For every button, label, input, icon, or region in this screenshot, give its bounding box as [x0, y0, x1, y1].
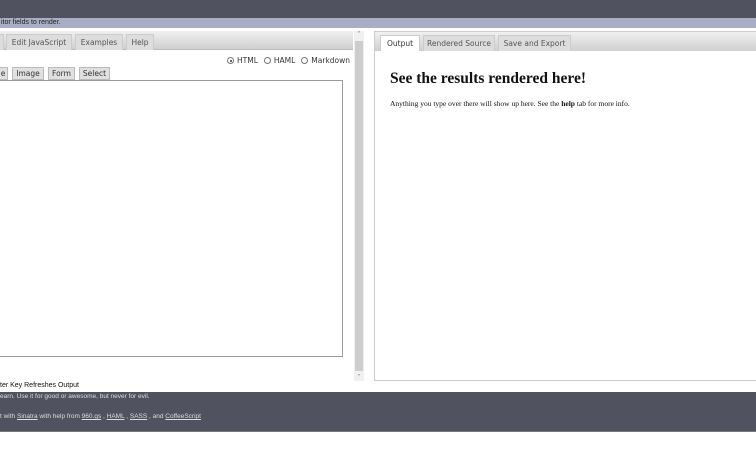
tab-partial[interactable]: [0, 34, 4, 50]
sass-link[interactable]: SASS: [130, 413, 147, 420]
tab-output[interactable]: Output: [380, 35, 420, 51]
scrollbar[interactable]: ˄ ˅: [354, 31, 364, 381]
snippet-form-button[interactable]: Form: [48, 67, 75, 80]
tab-help[interactable]: Help: [126, 34, 154, 50]
scroll-up-icon[interactable]: ˄: [354, 31, 364, 38]
output-heading: See the results rendered here!: [390, 70, 587, 87]
editor-tab-bar: Edit JavaScript Examples Help: [0, 31, 353, 50]
output-panel: Output Rendered Source Save and Export S…: [374, 31, 756, 381]
scroll-down-icon[interactable]: ˅: [354, 374, 364, 381]
tab-edit-javascript[interactable]: Edit JavaScript: [6, 34, 72, 50]
tab-rendered-source[interactable]: Rendered Source: [423, 35, 495, 51]
radio-icon[interactable]: [301, 57, 309, 64]
snippet-select-button[interactable]: Select: [79, 67, 110, 80]
radio-icon[interactable]: [227, 57, 234, 64]
960gs-link[interactable]: 960.gs: [82, 413, 102, 420]
status-text: itor fields to render.: [0, 18, 756, 28]
output-tab-bar: Output Rendered Source Save and Export: [375, 32, 756, 51]
code-editor[interactable]: [0, 80, 343, 357]
coffeescript-link[interactable]: CoffeeScript: [165, 413, 201, 420]
scroll-thumb[interactable]: [355, 41, 363, 371]
tab-examples[interactable]: Examples: [75, 34, 123, 50]
mode-haml[interactable]: HAML: [263, 56, 295, 65]
mode-markdown[interactable]: Markdown: [301, 56, 350, 65]
footer: earn. Use it for good or awesome, but ne…: [0, 392, 756, 432]
tab-save-export[interactable]: Save and Export: [498, 35, 571, 51]
mode-selector: HTML HAML Markdown: [227, 56, 350, 65]
haml-link[interactable]: HAML: [107, 413, 125, 420]
top-bar: [0, 0, 756, 18]
radio-icon[interactable]: [263, 57, 271, 64]
mode-html[interactable]: HTML: [227, 56, 258, 65]
output-text: Anything you type over there will show u…: [390, 99, 630, 108]
footer-credits: t with Sinatra with help from 960.gs , H…: [0, 413, 201, 420]
key-note: ter Key Refreshes Output: [0, 382, 79, 389]
snippet-button-partial[interactable]: e: [0, 67, 8, 80]
snippet-image-button[interactable]: Image: [12, 67, 44, 80]
sinatra-link[interactable]: Sinatra: [17, 413, 38, 420]
footer-tagline: earn. Use it for good or awesome, but ne…: [0, 393, 150, 400]
